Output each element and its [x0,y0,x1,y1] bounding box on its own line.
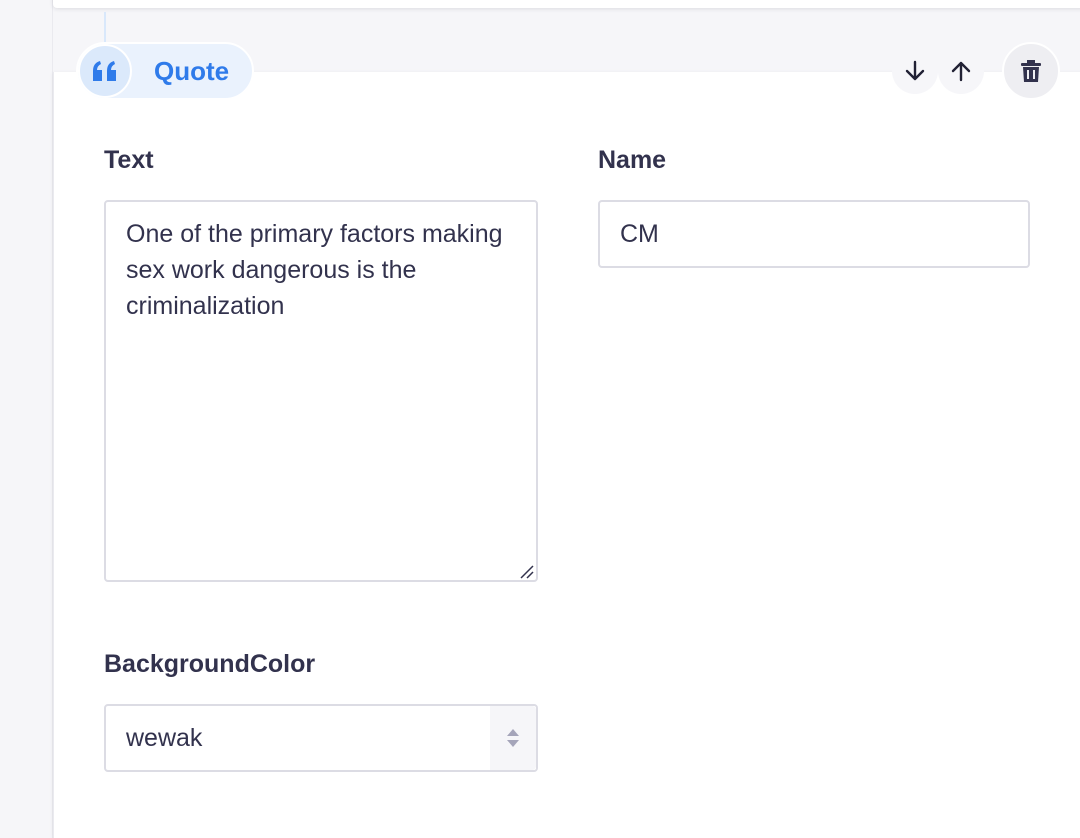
block-actions [892,42,1060,100]
select-caret-icon[interactable] [490,706,536,770]
quote-icon [78,44,132,98]
block-connector-line [104,12,106,42]
arrow-down-icon [905,60,925,81]
arrow-up-icon [951,61,971,82]
left-sidebar-strip [0,0,53,838]
text-field-label: Text [104,146,154,174]
background-color-select[interactable]: wewak [104,704,538,772]
block-type-badge[interactable]: Quote [76,42,254,100]
name-input[interactable] [598,200,1030,268]
resize-handle-icon[interactable] [518,563,534,579]
block-type-label: Quote [154,55,230,86]
name-field-label: Name [598,146,667,174]
background-color-value: wewak [126,723,203,752]
delete-block-button[interactable] [1002,42,1060,100]
previous-block-card [53,0,1080,8]
move-up-button[interactable] [938,48,984,94]
page: Quote Text One of the primary factors ma… [0,0,1080,838]
text-textarea[interactable]: One of the primary factors making sex wo… [104,200,538,582]
trash-icon [1021,60,1041,82]
background-color-label: BackgroundColor [104,650,316,678]
move-down-button[interactable] [892,48,938,94]
